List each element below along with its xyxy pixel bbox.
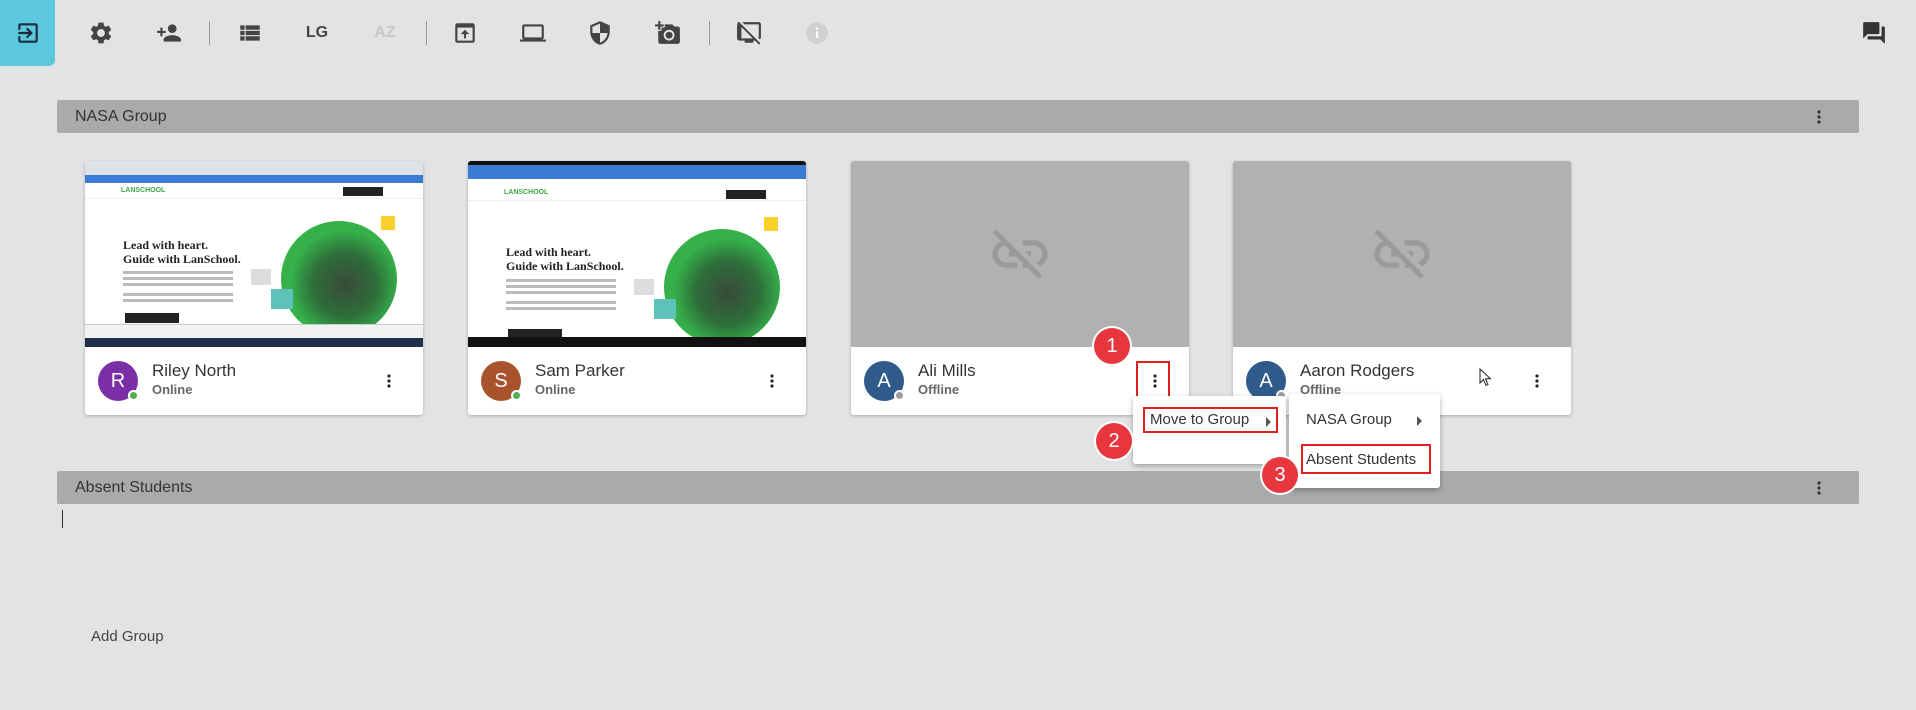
toolbar-divider — [209, 21, 210, 45]
avatar: R — [98, 361, 139, 401]
info-button[interactable] — [801, 17, 833, 49]
online-status-dot — [128, 390, 139, 401]
submenu-arrow-icon — [1417, 416, 1422, 426]
screen-thumbnail[interactable]: LANSCHOOL Lead with heart. Guide with Lan… — [468, 161, 806, 347]
callout-badge: 2 — [1096, 423, 1132, 459]
callout-badge: 1 — [1094, 328, 1130, 364]
student-menu-button[interactable] — [379, 367, 399, 395]
az-label: AZ — [374, 24, 396, 41]
avatar: S — [481, 361, 522, 401]
share-screen-button[interactable] — [449, 17, 481, 49]
card-footer: S Sam Parker Online — [468, 347, 806, 415]
submenu-item-nasa-group[interactable]: NASA Group — [1306, 411, 1392, 428]
student-menu-button[interactable] — [762, 367, 782, 395]
thumbnail-logo: LANSCHOOL — [504, 189, 549, 196]
add-student-button[interactable] — [153, 17, 185, 49]
thumbnail-logo: LANSCHOOL — [121, 187, 166, 194]
screen-thumbnail[interactable] — [851, 161, 1189, 347]
group-header-absent[interactable]: Absent Students — [57, 471, 1859, 504]
more-vert-icon[interactable] — [1809, 477, 1829, 499]
thumbnail-headline: Lead with heart. Guide with LanSchool. — [506, 245, 624, 273]
toolbar-divider — [709, 21, 710, 45]
student-name: Sam Parker — [535, 361, 625, 380]
shield-icon — [590, 21, 610, 45]
lg-label: LG — [305, 24, 329, 41]
exit-button[interactable] — [0, 0, 55, 66]
web-page-preview: LANSCHOOL Lead with heart. Guide with Lan… — [468, 161, 806, 347]
student-status: Offline — [918, 382, 960, 397]
add-photo-icon — [655, 21, 680, 44]
more-vert-icon — [387, 374, 391, 388]
student-name: Riley North — [152, 361, 237, 380]
student-context-menu: Move to Group — [1133, 396, 1286, 464]
web-page-preview: LANSCHOOL Lead with heart. Guide with Lan… — [85, 161, 423, 347]
top-toolbar: LG AZ — [0, 0, 1916, 66]
more-vert-icon — [1535, 374, 1539, 388]
avatar: A — [864, 361, 905, 401]
large-thumbnails-toggle[interactable]: LG — [301, 17, 333, 49]
info-icon — [806, 22, 828, 44]
more-vert-icon — [770, 374, 774, 388]
link-off-icon — [1374, 229, 1430, 279]
student-status: Online — [152, 382, 193, 397]
student-card[interactable]: LANSCHOOL Lead with heart. Guide with Lan… — [85, 161, 423, 415]
gear-icon — [90, 22, 112, 44]
student-card[interactable]: A Aaron Rodgers Offline — [1233, 161, 1571, 415]
callout-badge: 3 — [1262, 457, 1298, 493]
toolbar-divider — [426, 21, 427, 45]
highlight-box — [1136, 361, 1170, 401]
student-name: Aaron Rodgers — [1300, 361, 1415, 380]
list-view-button[interactable] — [234, 17, 266, 49]
highlight-box — [1301, 444, 1431, 474]
exit-icon — [17, 23, 38, 43]
avatar: A — [1246, 361, 1287, 401]
view-screen-button[interactable] — [517, 17, 549, 49]
group-header-nasa[interactable]: NASA Group — [57, 100, 1859, 133]
student-status: Online — [535, 382, 576, 397]
share-screen-icon — [455, 23, 475, 43]
sort-az-button[interactable]: AZ — [369, 17, 401, 49]
chat-icon — [1863, 22, 1885, 44]
list-view-icon — [240, 25, 260, 41]
card-footer: R Riley North Online — [85, 347, 423, 415]
student-menu-button[interactable] — [1527, 367, 1547, 395]
snapshot-button[interactable] — [652, 17, 684, 49]
group-title: NASA Group — [75, 108, 167, 125]
mouse-pointer-icon — [1479, 368, 1492, 387]
laptop-icon — [520, 24, 546, 42]
chat-button[interactable] — [1858, 17, 1890, 49]
add-group-button[interactable]: Add Group — [91, 628, 164, 645]
blank-screen-icon — [737, 21, 761, 45]
web-limits-button[interactable] — [584, 17, 616, 49]
offline-status-dot — [894, 390, 905, 401]
group-title: Absent Students — [75, 479, 193, 496]
more-vert-icon[interactable] — [1809, 106, 1829, 128]
group-submenu: NASA Group Absent Students — [1289, 394, 1440, 488]
student-name: Ali Mills — [918, 361, 976, 380]
blank-screens-button[interactable] — [733, 17, 765, 49]
text-caret — [62, 510, 63, 528]
link-off-icon — [992, 229, 1048, 279]
student-card[interactable]: LANSCHOOL Lead with heart. Guide with Lan… — [468, 161, 806, 415]
thumbnail-headline: Lead with heart. Guide with LanSchool. — [123, 238, 241, 266]
highlight-box — [1143, 407, 1278, 433]
screen-thumbnail[interactable] — [1233, 161, 1571, 347]
add-user-icon — [157, 24, 181, 42]
screen-thumbnail[interactable]: LANSCHOOL Lead with heart. Guide with Lan… — [85, 161, 423, 347]
settings-button[interactable] — [85, 17, 117, 49]
online-status-dot — [511, 390, 522, 401]
